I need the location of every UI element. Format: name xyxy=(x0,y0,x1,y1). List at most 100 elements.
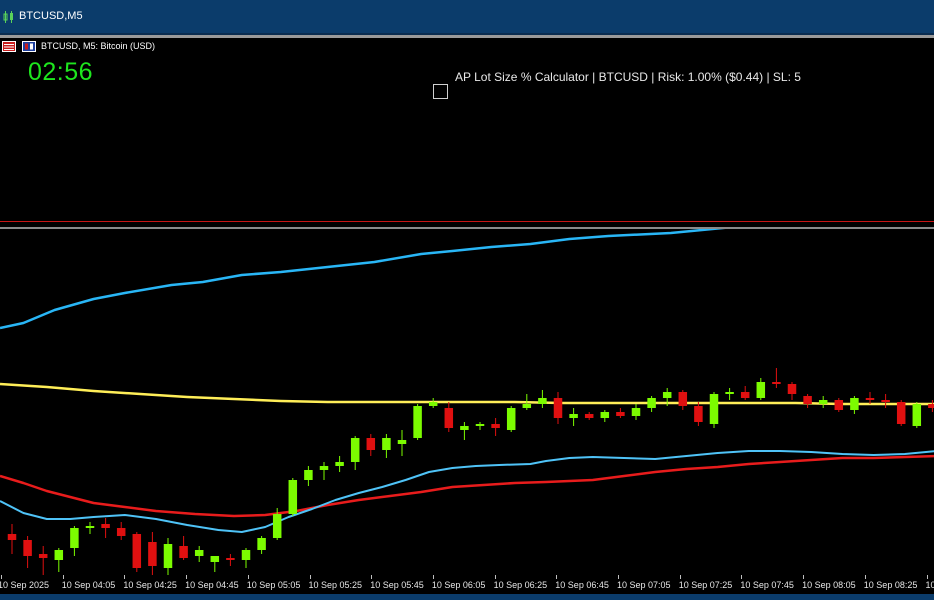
candle xyxy=(350,436,360,470)
candle xyxy=(600,410,610,422)
candle xyxy=(725,388,734,400)
time-axis-label: 10 Sep 04:45 xyxy=(185,580,239,590)
candle-body xyxy=(428,402,438,406)
candle xyxy=(23,536,32,568)
candle-body xyxy=(553,398,563,418)
candle xyxy=(70,526,79,556)
candle-body xyxy=(444,408,454,428)
time-axis-tick xyxy=(556,575,558,579)
candle-body xyxy=(7,534,17,540)
candle xyxy=(148,532,157,575)
candle xyxy=(616,408,625,418)
candle-body xyxy=(382,438,391,450)
ma-line-red xyxy=(0,454,934,518)
time-axis-label: 10 Sep 07:45 xyxy=(740,580,794,590)
candle xyxy=(366,434,376,456)
time-axis-label: 10 Sep 06:45 xyxy=(555,580,609,590)
candle-body xyxy=(350,438,360,462)
time-axis-tick xyxy=(371,575,373,579)
calculator-toggle-checkbox[interactable] xyxy=(433,84,448,99)
time-axis-label: 10 Sep 04:25 xyxy=(123,580,177,590)
lot-size-calculator-label: AP Lot Size % Calculator | BTCUSD | Risk… xyxy=(455,70,801,84)
candle-body xyxy=(194,550,204,556)
candle xyxy=(428,398,438,408)
candle-body xyxy=(304,470,313,480)
candle xyxy=(257,536,266,554)
candle xyxy=(506,406,516,432)
candle-body xyxy=(896,402,906,424)
candle-body xyxy=(23,540,32,556)
time-axis-label: 10 Sep 07:05 xyxy=(617,580,671,590)
candle xyxy=(569,408,578,426)
candle-body xyxy=(491,424,500,428)
time-axis: 10 Sep 2025 10 Sep 04:05 10 Sep 04:25 10 Se… xyxy=(0,575,934,595)
candle-body xyxy=(38,554,48,558)
chart-settings-icon[interactable] xyxy=(22,41,36,52)
candle xyxy=(163,538,173,575)
candle-body xyxy=(132,534,142,568)
candle-body xyxy=(116,528,126,536)
trade-panel-icon[interactable] xyxy=(2,41,16,52)
candle xyxy=(896,400,906,426)
candle xyxy=(101,518,110,538)
candle xyxy=(54,548,64,572)
candle xyxy=(678,390,688,410)
candle xyxy=(881,394,890,408)
candle-body xyxy=(460,426,469,430)
time-axis-label: 10 Sep 08:25 xyxy=(863,580,918,590)
candle-body xyxy=(241,550,251,560)
ma-line-blue-upper xyxy=(0,229,726,330)
candle-body xyxy=(522,404,532,408)
candle xyxy=(210,556,220,572)
candle xyxy=(787,382,797,400)
candle xyxy=(413,404,422,440)
candle-body xyxy=(179,546,188,558)
indicator-window-separator-red xyxy=(0,221,934,222)
time-axis-tick xyxy=(247,575,249,579)
candle xyxy=(538,390,547,408)
window-title: BTCUSD,M5 xyxy=(19,10,83,22)
candle xyxy=(740,386,750,400)
time-axis-tick xyxy=(1,575,2,579)
candle xyxy=(694,402,703,426)
candle xyxy=(756,378,766,400)
time-axis-label: 10 Sep 05:05 xyxy=(246,580,301,590)
candle-body xyxy=(538,398,547,404)
candle-body xyxy=(569,414,578,418)
chart-header: BTCUSD, M5: Bitcoin (USD) xyxy=(0,38,934,54)
window-title-bar: BTCUSD,M5 xyxy=(0,0,934,35)
price-chart[interactable] xyxy=(0,229,934,575)
candle-body xyxy=(850,398,859,410)
candle-body xyxy=(928,404,934,408)
time-axis-tick xyxy=(62,575,64,579)
candle-body xyxy=(803,396,812,404)
time-axis-label: 10 Sep 2025 xyxy=(0,580,50,590)
candle-body xyxy=(288,480,298,514)
candle-body xyxy=(272,514,282,538)
candle-body xyxy=(584,414,594,418)
candle-body xyxy=(709,394,719,424)
ma-line-light-blue xyxy=(0,450,934,533)
candle-body xyxy=(725,392,734,394)
candle-body xyxy=(756,382,766,398)
candlestick-chart-icon xyxy=(3,11,13,23)
candle-body xyxy=(865,398,875,400)
time-axis-tick xyxy=(186,575,188,579)
candle xyxy=(865,392,875,404)
candle-body xyxy=(319,466,329,470)
candle xyxy=(226,554,235,566)
candle-body xyxy=(631,408,641,416)
candle-body xyxy=(506,408,516,430)
time-axis-label: 10 Sep 07:25 xyxy=(678,580,733,590)
candle-body xyxy=(148,542,157,566)
candle xyxy=(475,422,485,430)
candle-body xyxy=(475,424,485,426)
candle xyxy=(335,456,344,472)
candle xyxy=(85,522,95,534)
candle xyxy=(491,418,500,436)
candle-body xyxy=(647,398,656,408)
candle xyxy=(241,548,251,568)
candle xyxy=(116,522,126,540)
candle xyxy=(772,368,781,388)
candle-body xyxy=(163,544,173,568)
